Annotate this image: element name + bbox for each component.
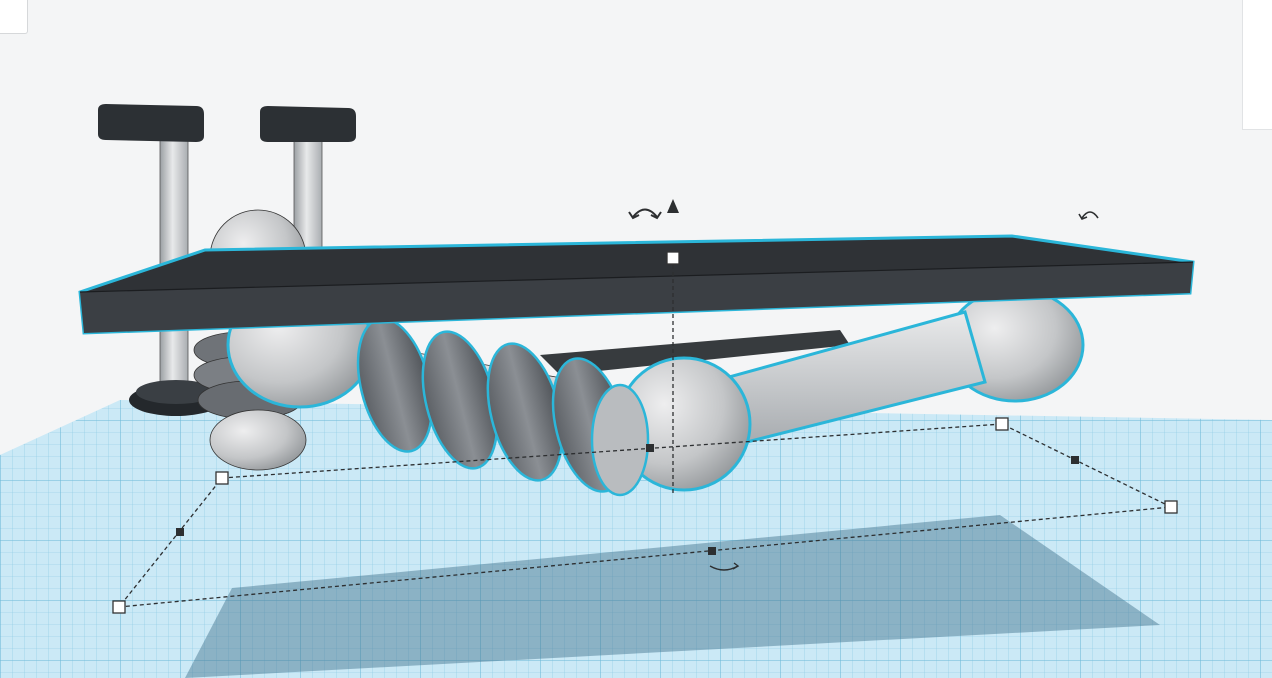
triangle-up-icon[interactable] bbox=[667, 199, 679, 213]
design-viewport[interactable] bbox=[0, 0, 1272, 678]
rotate-arrow-icon[interactable] bbox=[628, 208, 662, 220]
rotate-arrow-icon[interactable] bbox=[1078, 211, 1099, 220]
scene-canvas[interactable] bbox=[0, 0, 1272, 678]
